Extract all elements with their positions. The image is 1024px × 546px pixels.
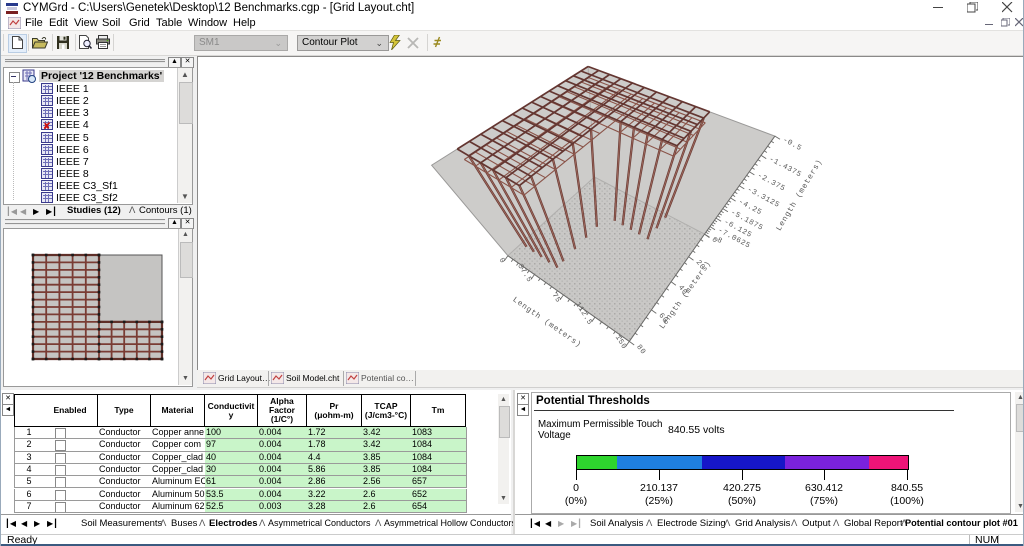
svg-text:-1.4375: -1.4375 [767,156,802,180]
svg-text:-0.5: -0.5 [781,136,803,153]
svg-text:75: 75 [550,292,562,305]
svg-text:80: 80 [634,344,647,357]
svg-text:0: 0 [497,257,506,266]
svg-text:Length (meters): Length (meters) [511,296,583,350]
svg-text:-2.375: -2.375 [756,172,787,193]
